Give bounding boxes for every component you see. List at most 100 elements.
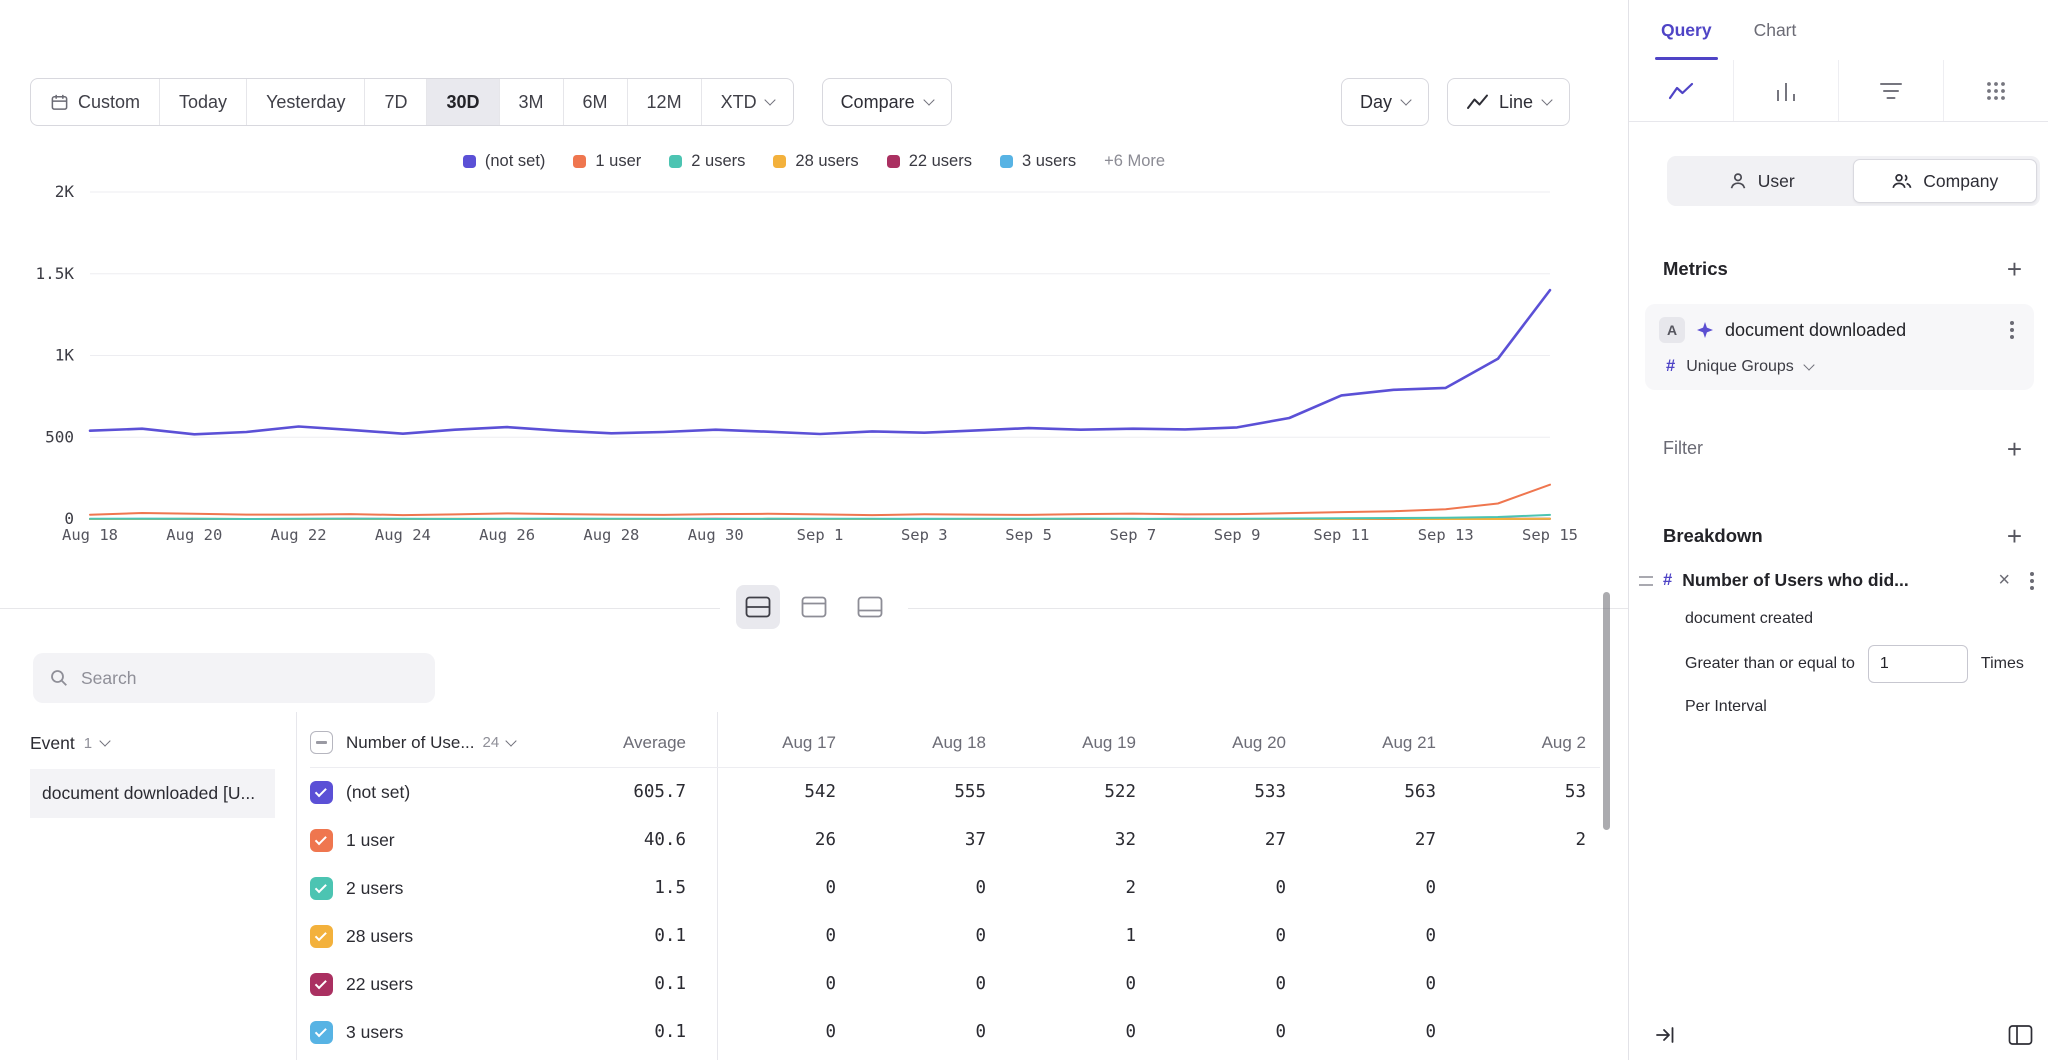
legend-swatch [463, 155, 476, 168]
table-row-label[interactable]: 1 user [310, 816, 560, 864]
chevron-down-icon [1541, 94, 1552, 105]
times-label: Times [1981, 655, 2024, 673]
tab-chart-label: Chart [1754, 20, 1797, 41]
legend-item[interactable]: 3 users [1000, 152, 1076, 171]
legend-label: (not set) [485, 152, 546, 171]
line-chart[interactable]: 05001K1.5K2KAug 18Aug 20Aug 22Aug 24Aug … [20, 170, 1580, 555]
average-header: Average [560, 718, 700, 768]
series-checkbox[interactable] [310, 829, 333, 852]
legend-swatch [773, 155, 786, 168]
layout-table-button[interactable] [848, 585, 892, 629]
chevron-down-icon [923, 94, 934, 105]
per-interval-label[interactable]: Per Interval [1685, 698, 2040, 716]
breakdown-card: # Number of Users who did... × document … [1639, 569, 2040, 716]
breakdown-event-name[interactable]: document created [1685, 610, 2040, 628]
series-checkbox[interactable] [310, 925, 333, 948]
times-input[interactable] [1868, 645, 1968, 683]
event-cell[interactable]: document downloaded [U... [30, 769, 275, 818]
drag-handle-icon[interactable] [1639, 576, 1653, 586]
legend-item[interactable]: 22 users [887, 152, 972, 171]
range-today[interactable]: Today [160, 79, 247, 125]
range-label: Today [179, 92, 227, 113]
table-row-label[interactable]: 2 users [310, 864, 560, 912]
legend-more-link[interactable]: +6 More [1104, 152, 1165, 171]
calendar-icon [50, 93, 69, 112]
series-column-count: 24 [483, 734, 500, 751]
compare-button[interactable]: Compare [822, 78, 952, 126]
add-metric-button[interactable]: + [2007, 259, 2022, 279]
kebab-menu-icon[interactable] [2010, 328, 2014, 332]
svg-text:Aug 22: Aug 22 [271, 526, 327, 544]
series-checkbox[interactable] [310, 1021, 333, 1044]
cell-value: 0 [1300, 1008, 1450, 1056]
chart-type-bar-tab[interactable] [1733, 60, 1838, 121]
cell-value: 0 [850, 1008, 1000, 1056]
svg-text:Sep 7: Sep 7 [1110, 526, 1157, 544]
search-icon [49, 668, 69, 688]
layout-toggle-group [720, 585, 908, 629]
chart-type-line-tab[interactable] [1629, 60, 1733, 121]
add-breakdown-button[interactable]: + [2007, 526, 2022, 546]
toggle-user[interactable]: User [1670, 159, 1853, 203]
cell-value: 2 [1450, 816, 1600, 864]
svg-text:Aug 18: Aug 18 [62, 526, 118, 544]
svg-text:1.5K: 1.5K [35, 264, 74, 283]
granularity-button[interactable]: Day [1341, 78, 1429, 126]
tab-chart[interactable]: Chart [1744, 0, 1807, 60]
table-row-label[interactable]: 28 users [310, 912, 560, 960]
legend-item[interactable]: 1 user [573, 152, 641, 171]
layout-chart-button[interactable] [792, 585, 836, 629]
date-header: Aug 17 [700, 718, 850, 768]
legend-item[interactable]: 28 users [773, 152, 858, 171]
cell-value [1450, 912, 1600, 960]
kebab-menu-icon[interactable] [2030, 579, 2034, 583]
check-icon [315, 977, 327, 989]
legend-item[interactable]: (not set) [463, 152, 546, 171]
toggle-company[interactable]: Company [1853, 159, 2038, 203]
column-divider [296, 712, 297, 1060]
search-input[interactable] [81, 668, 419, 689]
layout-split-button[interactable] [736, 585, 780, 629]
chart-type-more-tab[interactable] [1943, 60, 2048, 121]
vertical-scrollbar[interactable] [1603, 592, 1610, 830]
range-yesterday[interactable]: Yesterday [247, 79, 365, 125]
breakdown-title[interactable]: Number of Users who did... [1682, 570, 1988, 591]
hash-icon: # [1663, 571, 1672, 590]
average-value: 0.1 [560, 912, 700, 960]
range-12m[interactable]: 12M [628, 79, 702, 125]
legend-item[interactable]: 2 users [669, 152, 745, 171]
event-column-header[interactable]: Event 1 [30, 718, 109, 768]
chevron-down-icon [99, 735, 110, 746]
range-custom[interactable]: Custom [31, 79, 160, 125]
cell-value: 0 [700, 912, 850, 960]
series-checkbox[interactable] [310, 877, 333, 900]
series-name: 1 user [346, 830, 395, 851]
series-checkbox[interactable] [310, 973, 333, 996]
chart-type-button[interactable]: Line [1447, 78, 1570, 126]
cell-value: 53 [1450, 768, 1600, 816]
cell-value: 542 [700, 768, 850, 816]
table-row-label[interactable]: 22 users [310, 960, 560, 1008]
cell-value [1450, 960, 1600, 1008]
metric-card[interactable]: A document downloaded # Unique Groups [1645, 304, 2034, 390]
chart-type-funnel-tab[interactable] [1838, 60, 1943, 121]
range-3m[interactable]: 3M [500, 79, 564, 125]
metric-event-name[interactable]: document downloaded [1725, 320, 1993, 341]
add-filter-button[interactable]: + [2007, 439, 2022, 459]
range-30d[interactable]: 30D [427, 79, 499, 125]
toggle-sidebar-button[interactable] [2004, 1020, 2036, 1050]
range-6m[interactable]: 6M [564, 79, 628, 125]
chart-type-selector [1629, 60, 2048, 122]
tab-query[interactable]: Query [1651, 0, 1722, 60]
table-row-label[interactable]: (not set) [310, 768, 560, 816]
select-all-checkbox[interactable] [310, 731, 333, 754]
series-checkbox[interactable] [310, 781, 333, 804]
measurement-selector[interactable]: # Unique Groups [1666, 357, 2020, 376]
range-xtd[interactable]: XTD [702, 79, 793, 125]
series-column-header[interactable]: Number of Use...24 [310, 718, 560, 768]
event-column-label: Event [30, 733, 75, 754]
range-7d[interactable]: 7D [365, 79, 427, 125]
collapse-panel-button[interactable] [1655, 1025, 1677, 1050]
table-row-label[interactable]: 3 users [310, 1008, 560, 1056]
close-icon[interactable]: × [1998, 569, 2010, 592]
